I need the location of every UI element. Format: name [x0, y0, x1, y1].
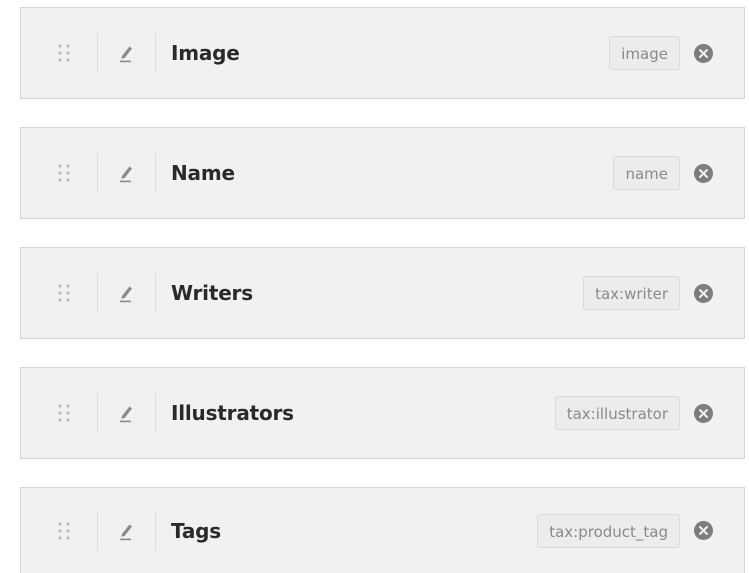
edit-button[interactable] [98, 153, 156, 193]
column-row: Name name [20, 127, 745, 219]
pencil-icon [119, 406, 132, 423]
column-list: Image image Name name Writers tax:writer… [0, 0, 749, 573]
edit-button[interactable] [98, 273, 156, 313]
remove-button[interactable] [694, 163, 713, 183]
drag-handle-icon [58, 164, 70, 182]
column-label: Tags [171, 518, 221, 543]
pencil-icon [119, 166, 132, 183]
drag-handle-icon [58, 44, 70, 62]
column-key-badge: tax:writer [583, 276, 680, 310]
close-circle-icon [699, 288, 708, 298]
remove-button[interactable] [694, 521, 713, 540]
close-circle-icon [699, 48, 708, 58]
drag-handle[interactable] [21, 153, 98, 193]
edit-button[interactable] [98, 510, 156, 551]
remove-button[interactable] [694, 283, 713, 303]
pencil-icon [119, 524, 132, 540]
column-label: Illustrators [171, 401, 294, 425]
close-circle-icon [699, 408, 708, 418]
drag-handle-icon [58, 404, 70, 422]
column-row: Tags tax:product_tag [20, 487, 745, 573]
close-circle-icon [699, 168, 708, 178]
column-row: Writers tax:writer [20, 247, 745, 339]
close-circle-icon [699, 526, 708, 535]
pencil-icon [119, 286, 132, 303]
column-key-badge: image [609, 36, 680, 70]
edit-button[interactable] [98, 393, 156, 433]
drag-handle[interactable] [21, 33, 98, 73]
remove-button[interactable] [694, 403, 713, 423]
column-label: Writers [171, 281, 253, 305]
edit-button[interactable] [98, 33, 156, 73]
column-row: Image image [20, 7, 745, 99]
column-row: Illustrators tax:illustrator [20, 367, 745, 459]
column-key-badge: tax:illustrator [554, 396, 680, 430]
pencil-icon [119, 46, 132, 63]
column-key-badge: tax:product_tag [537, 513, 680, 548]
column-label: Image [171, 41, 240, 65]
drag-handle[interactable] [21, 273, 98, 313]
drag-handle[interactable] [21, 510, 98, 551]
drag-handle[interactable] [21, 393, 98, 433]
drag-handle-icon [58, 522, 70, 539]
remove-button[interactable] [694, 43, 713, 63]
column-key-badge: name [613, 156, 680, 190]
column-label: Name [171, 161, 235, 185]
drag-handle-icon [58, 284, 70, 302]
